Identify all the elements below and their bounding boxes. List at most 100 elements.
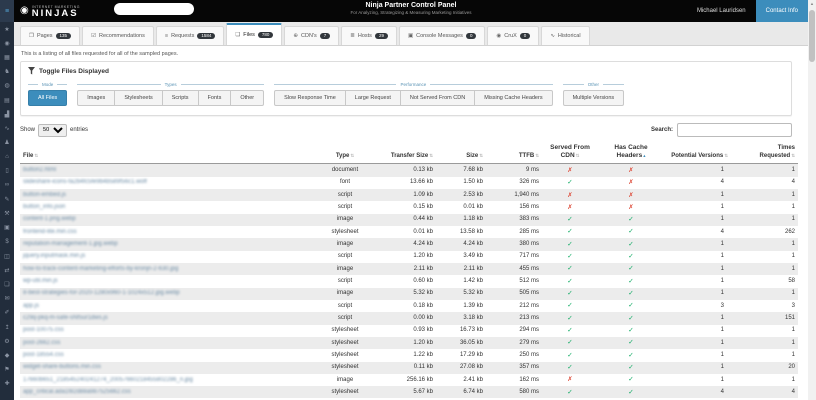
sort-icon[interactable]: ⇅ [429,153,433,158]
col-header-potential-versions[interactable]: Potential Versions⇅ [664,142,740,165]
transfer-size-cell: 5.32 kb [413,290,433,297]
filter-button-not-served-from-cdn[interactable]: Not Served From CDN [399,90,476,106]
cache-check-icon: ✓ [628,339,634,347]
col-header-has-cache-headers[interactable]: Has Cache Headers▴ [598,142,664,165]
col-header-type[interactable]: Type⇅ [310,142,380,165]
page-scrollbar[interactable]: ▲ [808,0,816,400]
file-link[interactable]: reputation-management-1.jpg.webp [23,241,118,247]
filter-button-large-request[interactable]: Large Request [344,90,401,106]
images-icon[interactable]: ▦ [0,50,14,64]
upload-icon[interactable]: ↥ [0,320,14,334]
scroll-up-icon[interactable]: ▲ [808,0,816,8]
tab-cdn-s[interactable]: ⊕ CDN's 7 [284,26,340,45]
menu-icon[interactable]: ≡ [0,0,14,22]
size-cell: 16.73 kb [459,327,483,334]
shuffle-icon[interactable]: ⇄ [0,263,14,277]
mail-icon[interactable]: ✉ [0,292,14,306]
file-link[interactable]: frontend-lite.min.css [23,229,77,235]
settings-icon[interactable]: ⚙ [0,334,14,348]
transfer-size-cell: 256.16 kb [406,376,433,383]
dollar-icon[interactable]: $ [0,235,14,249]
file-link[interactable]: app.js [23,303,39,309]
sort-icon[interactable]: ⇅ [791,153,795,158]
pencil-icon[interactable]: ✎ [0,192,14,206]
search-input[interactable] [677,123,792,137]
file-link[interactable]: button-embed.js [23,192,66,198]
activity-icon[interactable]: ♞ [0,65,14,79]
tab-requests[interactable]: ≡ Requests 1584 [155,26,225,45]
camera-icon[interactable]: ◉ [0,36,14,50]
col-header-size[interactable]: Size⇅ [436,142,486,165]
sort-icon[interactable]: ⇅ [479,153,483,158]
scrollbar-thumb[interactable] [809,10,815,62]
file-link[interactable]: content-1.png.webp [23,216,76,222]
filter-button-stylesheets[interactable]: Stylesheets [114,90,163,106]
file-link[interactable]: 8-best-strategies-for-2020-1280x960-1-10… [23,290,180,296]
help-icon[interactable]: ✚ [0,377,14,391]
sort-icon[interactable]: ⇅ [724,153,728,158]
link-icon[interactable]: ∞ [0,178,14,192]
users-icon[interactable]: ♟ [0,136,14,150]
tab-hosts[interactable]: ≣ Hosts 29 [341,26,397,45]
file-link[interactable]: post-10075.css [23,327,64,333]
file-link[interactable]: button_info.json [23,204,65,210]
filter-button-fonts[interactable]: Fonts [197,90,232,106]
tab-pages[interactable]: ❐ Pages 135 [20,26,81,45]
line-chart-icon[interactable]: ∿ [0,121,14,135]
filter-button-multiple-versions[interactable]: Multiple Versions [562,90,625,106]
file-link[interactable]: wp-util.min.js [23,278,58,284]
file-link[interactable]: post-2662.css [23,340,60,346]
file-link[interactable]: post-18554.css [23,352,64,358]
times-requested-cell: 1 [791,352,795,359]
mobile-icon[interactable]: ▯ [0,164,14,178]
file-link[interactable]: button2.html [23,167,56,173]
globe-icon[interactable]: ◍ [0,79,14,93]
tools-icon[interactable]: ⚒ [0,206,14,220]
col-header-transfer-size[interactable]: Transfer Size⇅ [380,142,436,165]
star-icon[interactable]: ★ [0,22,14,36]
tab-historical[interactable]: ∿ Historical [541,26,590,45]
edit-icon[interactable]: ✐ [0,306,14,320]
col-header-served-from-cdn[interactable]: Served From CDN⇅ [542,142,598,165]
sort-icon[interactable]: ⇅ [34,153,38,158]
filter-button-other[interactable]: Other [230,90,265,106]
file-link[interactable]: how-to-track-content-marketing-efforts-b… [23,266,178,272]
file-link[interactable]: jquery.inputmask.min.js [23,253,85,259]
filter-funnel-icon [28,67,35,75]
sort-icon[interactable]: ⇅ [576,153,580,158]
tab-crux[interactable]: ◉ CruX 0 [487,26,540,45]
sort-icon[interactable]: ⇅ [350,153,354,158]
id-card-icon[interactable]: ▤ [0,93,14,107]
contact-info-button[interactable]: Contact Info [755,0,808,22]
filter-button-images[interactable]: Images [77,90,116,106]
flag-icon[interactable]: ⚑ [0,363,14,377]
col-header-times-requested[interactable]: Times Requested⇅ [740,142,798,165]
document-icon[interactable]: ❏ [0,277,14,291]
tab-files[interactable]: ❏ Files 780 [226,23,283,45]
laptop-icon[interactable]: ⌂ [0,150,14,164]
filter-button-scripts[interactable]: Scripts [161,90,199,106]
filter-button-slow-response-time[interactable]: Slow Response Time [274,90,346,106]
file-link[interactable]: c29q-pkq-m-safe-sNf5ur1dws.js [23,315,108,321]
col-header-ttfb[interactable]: TTFB⇅ [486,142,542,165]
file-link[interactable]: slideshare-icons-fa2b4fc5fe9b4b589f56c1.… [23,179,147,185]
sort-icon[interactable]: ⇅ [535,153,539,158]
cache-cross-icon: ✗ [628,191,634,199]
filter-button-missing-cache-headers[interactable]: Missing Cache Headers [474,90,553,106]
crux-icon: ◉ [496,33,502,39]
tab-console-messages[interactable]: ▣ Console Messages 0 [398,26,486,45]
ttfb-cell: 326 ms [519,179,539,186]
lock-icon[interactable]: ◆ [0,348,14,362]
filter-button-all-files[interactable]: All Files [28,90,68,106]
tab-recommendations[interactable]: ☑ Recommendations [82,26,154,45]
calendar-icon[interactable]: ◫ [0,249,14,263]
file-link[interactable]: widget-share-buttons.min.css [23,364,101,370]
file-link[interactable]: 17660b651_218545240241274_20057660218455… [23,377,193,383]
package-icon[interactable]: ▣ [0,221,14,235]
bar-chart-icon[interactable]: ▟ [0,107,14,121]
page-size-select[interactable]: 50 [38,123,68,137]
table-row: slideshare-icons-fa2b4fc5fe9b4b589f56c1.… [20,177,798,189]
file-link[interactable]: app_critical.ada1f82d88a987525662.css [23,389,131,395]
sort-active-icon[interactable]: ▴ [643,153,645,158]
col-header-file[interactable]: File⇅ [20,142,310,165]
